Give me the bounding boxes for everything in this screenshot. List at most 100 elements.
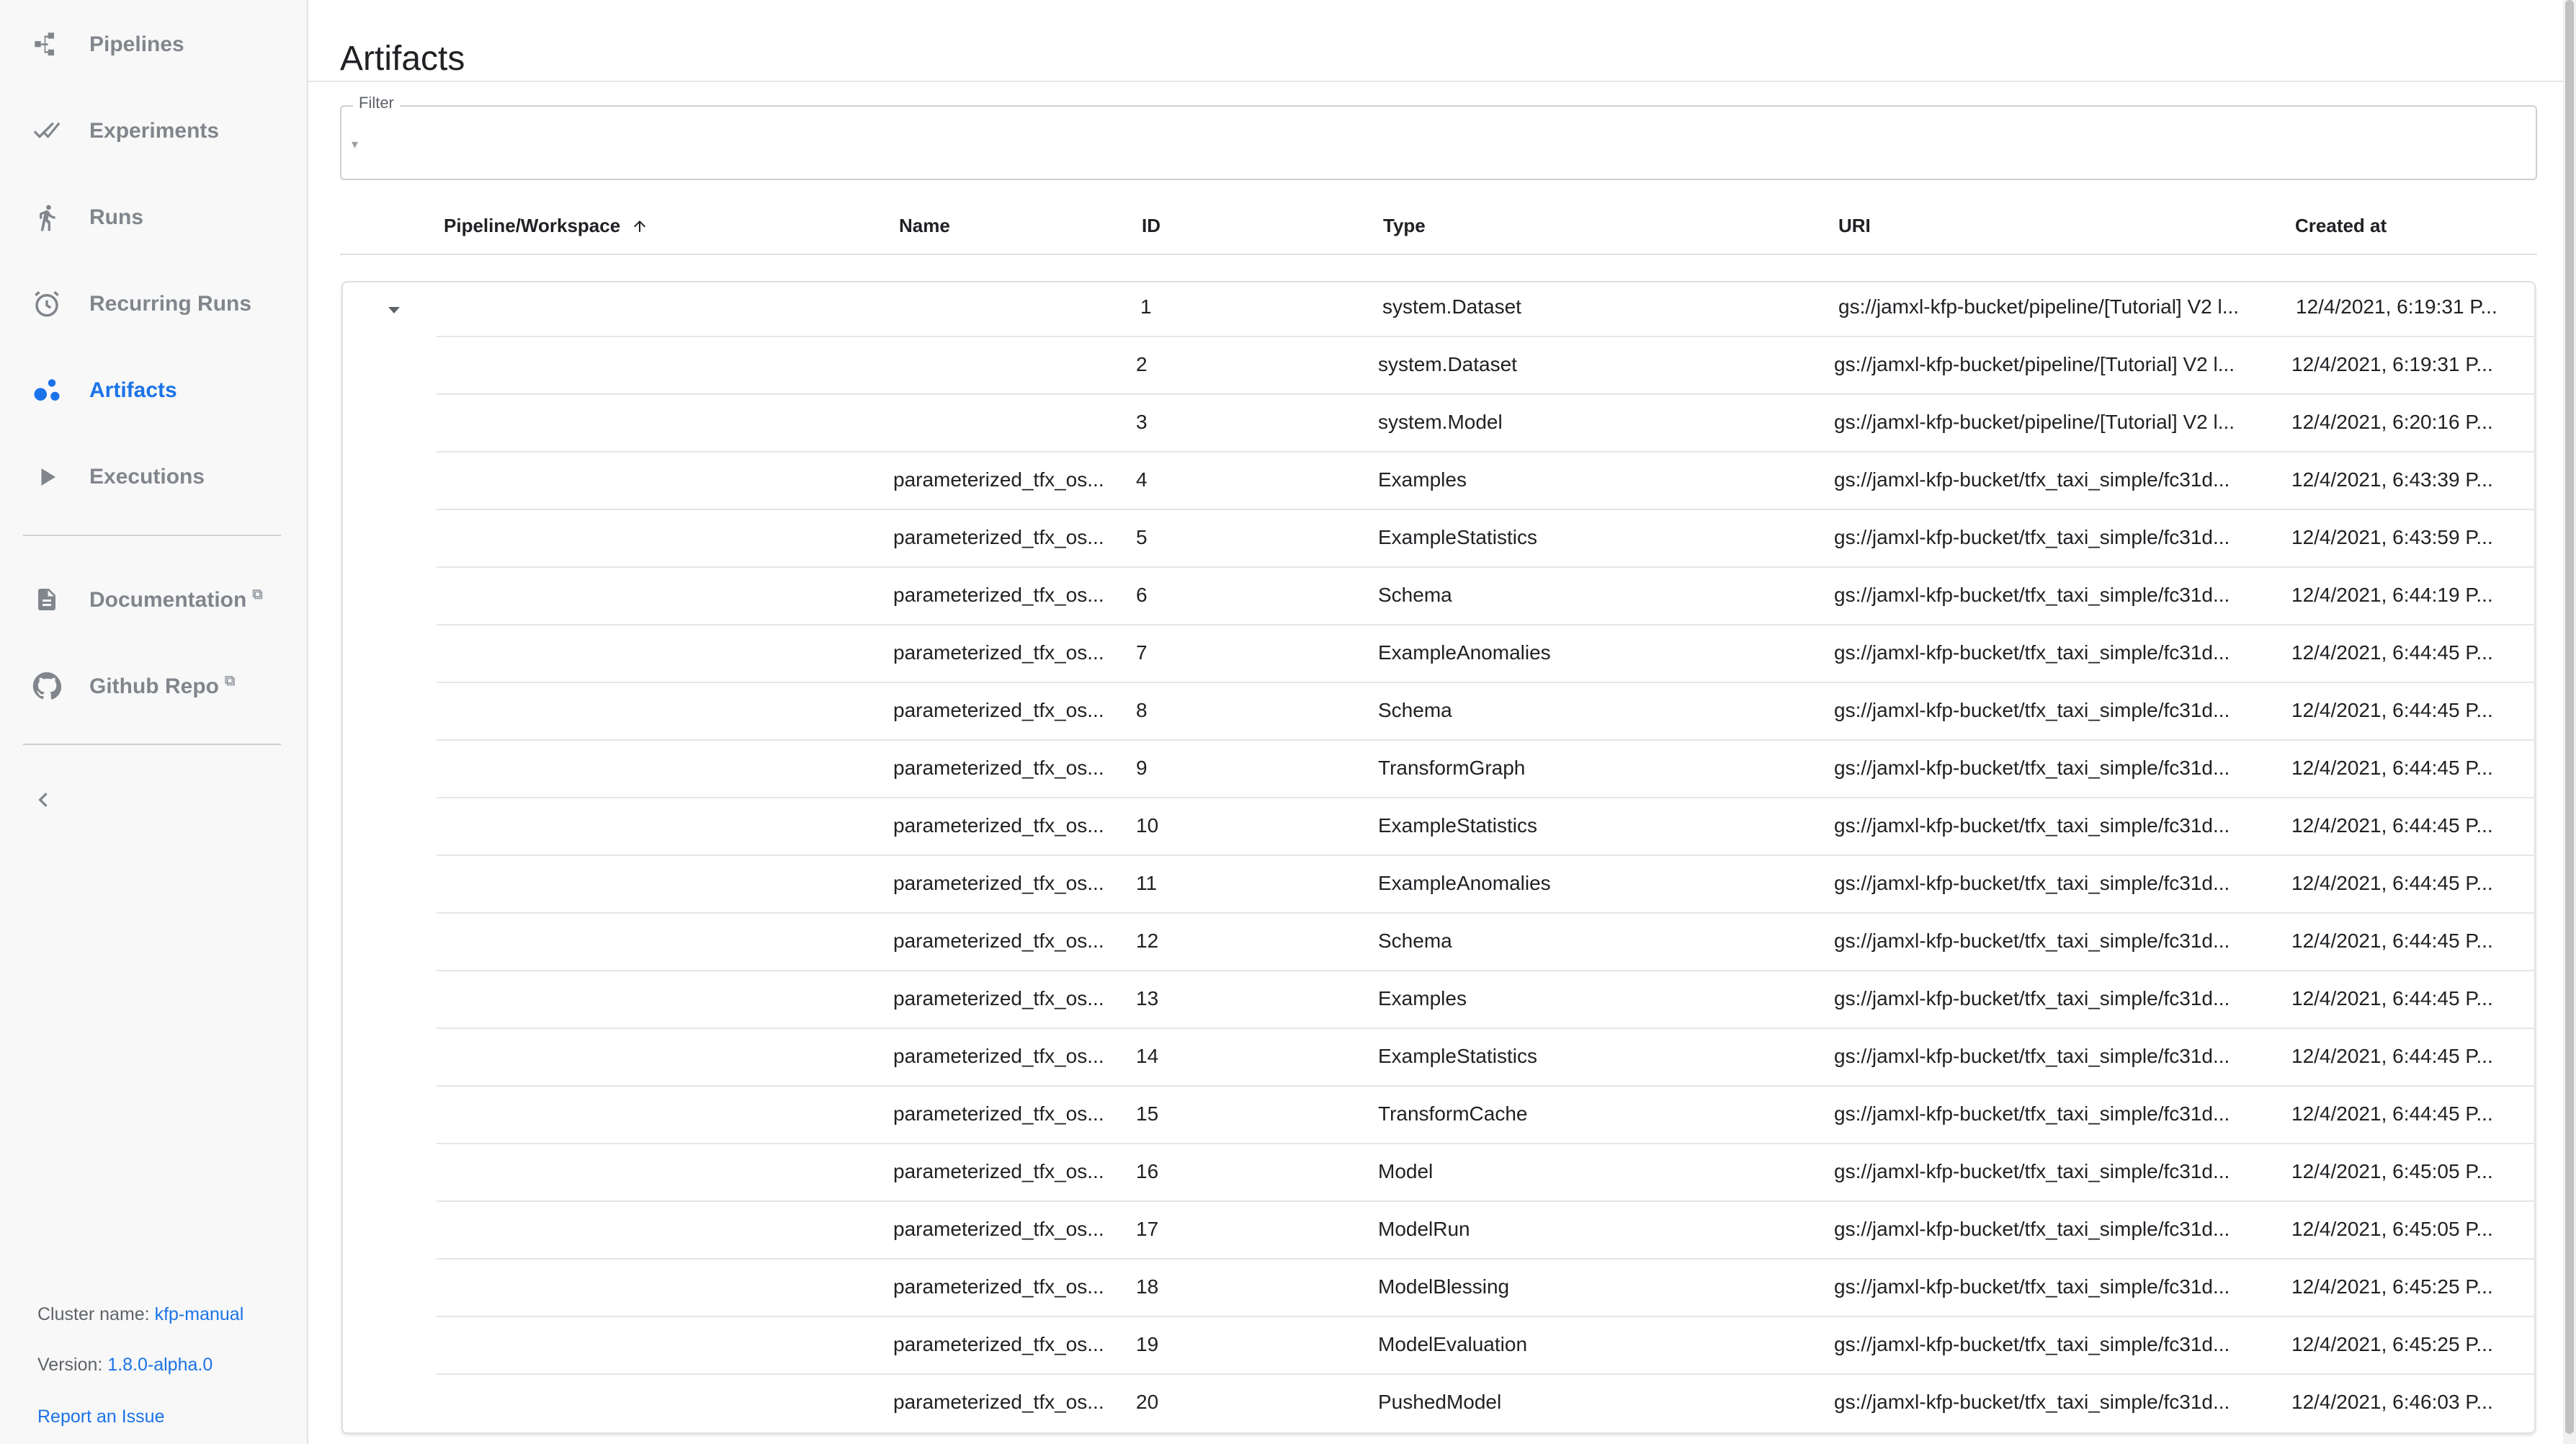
table-row[interactable]: parameterized_tfx_os... 14 ExampleStatisti…	[437, 1028, 2536, 1087]
cell-uri: gs://jamxl-kfp-bucket/tfx_taxi_simple/fc…	[1834, 1102, 2230, 1125]
column-header-pipeline-workspace[interactable]: Pipeline/Workspace	[444, 215, 648, 237]
cell-uri: gs://jamxl-kfp-bucket/tfx_taxi_simple/fc…	[1834, 987, 2230, 1010]
sidebar-item-documentation[interactable]: Documentation ⧉	[0, 563, 308, 636]
table-row[interactable]: parameterized_tfx_os... 20 PushedModel gs:/…	[437, 1373, 2536, 1431]
cell-uri: gs://jamxl-kfp-bucket/tfx_taxi_simple/fc…	[1834, 699, 2230, 721]
cell-created-at: 12/4/2021, 6:45:25 P...	[2291, 1275, 2493, 1298]
table-row[interactable]: parameterized_tfx_os... 13 Examples gs://ja…	[437, 970, 2536, 1029]
column-header-label: Pipeline/Workspace	[444, 215, 621, 236]
column-header-id[interactable]: ID	[1142, 215, 1160, 237]
cell-name: parameterized_tfx_os...	[893, 872, 1104, 894]
cell-created-at: 12/4/2021, 6:44:45 P...	[2291, 987, 2493, 1010]
sidebar: Pipelines Experiments Runs Recurring Run…	[0, 0, 308, 1444]
cluster-name: Cluster name: kfp-manual	[37, 1304, 243, 1325]
table-row[interactable]: parameterized_tfx_os... 5 ExampleStatistic…	[437, 509, 2536, 568]
cell-name	[893, 393, 1109, 451]
cell-name: parameterized_tfx_os...	[893, 757, 1104, 779]
cell-type: Examples	[1378, 468, 1467, 491]
sidebar-item-executions[interactable]: Executions	[0, 441, 308, 513]
cell-created-at: 12/4/2021, 6:19:31 P...	[2296, 295, 2497, 318]
cell-uri: gs://jamxl-kfp-bucket/tfx_taxi_simple/fc…	[1834, 872, 2230, 894]
table-row[interactable]: parameterized_tfx_os... 4 Examples gs://jam…	[437, 451, 2536, 510]
chevron-left-icon	[38, 793, 48, 807]
table-row[interactable]: parameterized_tfx_os... 12 Schema gs://jamx…	[437, 912, 2536, 971]
table-header-divider	[340, 254, 2537, 255]
sidebar-item-label: Experiments	[89, 119, 220, 143]
cell-name: parameterized_tfx_os...	[893, 526, 1104, 548]
column-header-created-at[interactable]: Created at	[2295, 215, 2387, 237]
sidebar-item-label: Artifacts	[89, 378, 177, 402]
cell-type: TransformCache	[1378, 1102, 1528, 1125]
sidebar-item-label: Executions	[89, 465, 205, 489]
cell-name: parameterized_tfx_os...	[893, 1102, 1104, 1125]
table-row[interactable]: parameterized_tfx_os... 19 ModelEvaluation…	[437, 1316, 2536, 1375]
cell-uri: gs://jamxl-kfp-bucket/tfx_taxi_simple/fc…	[1834, 1160, 2230, 1182]
sidebar-item-github-repo[interactable]: Github Repo ⧉	[0, 650, 308, 722]
sidebar-item-label: Pipelines	[89, 32, 184, 56]
cell-name	[893, 336, 1109, 393]
cell-name: parameterized_tfx_os...	[893, 641, 1104, 664]
report-issue: Report an Issue	[37, 1407, 165, 1427]
column-header-name[interactable]: Name	[899, 215, 950, 237]
table-row[interactable]: parameterized_tfx_os... 17 ModelRun gs://ja…	[437, 1200, 2536, 1260]
cell-created-at: 12/4/2021, 6:44:45 P...	[2291, 641, 2493, 664]
cell-type: system.Model	[1378, 411, 1503, 433]
report-issue-link[interactable]: Report an Issue	[37, 1407, 165, 1427]
collapse-sidebar-button[interactable]	[29, 785, 58, 814]
sidebar-item-experiments[interactable]: Experiments	[0, 95, 308, 167]
cell-type: Schema	[1378, 584, 1452, 606]
sidebar-item-artifacts[interactable]: Artifacts	[0, 355, 308, 427]
version-label: Version:	[37, 1355, 103, 1375]
cell-id: 15	[1136, 1102, 1159, 1125]
cell-uri: gs://jamxl-kfp-bucket/pipeline/[Tutorial…	[1834, 411, 2235, 433]
table-row[interactable]: parameterized_tfx_os... 16 Model gs://jamxl…	[437, 1143, 2536, 1202]
table-row[interactable]: parameterized_tfx_os... 7 ExampleAnomalies…	[437, 624, 2536, 683]
table-row[interactable]: parameterized_tfx_os... 18 ModelBlessing gs…	[437, 1258, 2536, 1317]
cell-id: 4	[1136, 468, 1148, 491]
cell-id: 9	[1136, 757, 1148, 779]
cell-id: 10	[1136, 814, 1159, 837]
cell-type: Schema	[1378, 699, 1452, 721]
table-row[interactable]: 3 system.Model gs://jamxl-kfp-bucket/pipel…	[437, 393, 2536, 453]
cell-type: system.Dataset	[1382, 295, 1521, 318]
sidebar-item-pipelines[interactable]: Pipelines	[0, 9, 308, 81]
cell-created-at: 12/4/2021, 6:44:45 P...	[2291, 757, 2493, 779]
table-row[interactable]: parameterized_tfx_os... 11 ExampleAnomalie…	[437, 855, 2536, 914]
column-header-type[interactable]: Type	[1383, 215, 1426, 237]
cell-name: parameterized_tfx_os...	[893, 1160, 1104, 1182]
page-title: Artifacts	[340, 40, 465, 79]
cell-id: 20	[1136, 1391, 1159, 1413]
sidebar-item-runs[interactable]: Runs	[0, 182, 308, 254]
cell-created-at: 12/4/2021, 6:46:03 P...	[2291, 1391, 2493, 1413]
column-header-uri[interactable]: URI	[1838, 215, 1871, 237]
table-row[interactable]: parameterized_tfx_os... 15 TransformCache g…	[437, 1085, 2536, 1144]
table-row[interactable]: parameterized_tfx_os... 6 Schema gs://jamxl…	[437, 566, 2536, 625]
cluster-name-link[interactable]: kfp-manual	[155, 1304, 244, 1324]
table-row[interactable]: parameterized_tfx_os... 8 Schema gs://jamxl…	[437, 682, 2536, 741]
group-expand-toggle[interactable]	[383, 303, 405, 317]
table-row[interactable]: 2 system.Dataset gs://jamxl-kfp-bucket/pip…	[437, 336, 2536, 395]
cell-type: PushedModel	[1378, 1391, 1502, 1413]
cell-uri: gs://jamxl-kfp-bucket/tfx_taxi_simple/fc…	[1834, 757, 2230, 779]
table-row[interactable]: parameterized_tfx_os... 10 ExampleStatisti…	[437, 797, 2536, 856]
sidebar-item-label: Runs	[89, 205, 143, 229]
version-link[interactable]: 1.8.0-alpha.0	[107, 1355, 213, 1375]
cell-id: 8	[1136, 699, 1148, 721]
documentation-label: Documentation	[89, 588, 247, 612]
sidebar-item-label: Documentation ⧉	[89, 587, 263, 612]
external-link-icon: ⧉	[224, 673, 236, 689]
table-row[interactable]: 1 system.Dataset gs://jamxl-kfp-bucket/pip…	[437, 278, 2536, 337]
cell-id: 2	[1136, 353, 1148, 375]
experiments-icon	[29, 113, 65, 149]
sidebar-item-recurring-runs[interactable]: Recurring Runs	[0, 268, 308, 340]
cell-created-at: 12/4/2021, 6:44:45 P...	[2291, 1045, 2493, 1067]
cell-id: 19	[1136, 1333, 1159, 1355]
table-row[interactable]: parameterized_tfx_os... 9 TransformGraph gs…	[437, 739, 2536, 798]
cell-created-at: 12/4/2021, 6:20:16 P...	[2291, 411, 2493, 433]
cell-name: parameterized_tfx_os...	[893, 1275, 1104, 1298]
cell-created-at: 12/4/2021, 6:19:31 P...	[2291, 353, 2493, 375]
cell-id: 18	[1136, 1275, 1159, 1298]
scrollbar-thumb[interactable]	[2565, 0, 2574, 1434]
filter-input[interactable]	[353, 128, 2488, 159]
cell-created-at: 12/4/2021, 6:44:45 P...	[2291, 699, 2493, 721]
